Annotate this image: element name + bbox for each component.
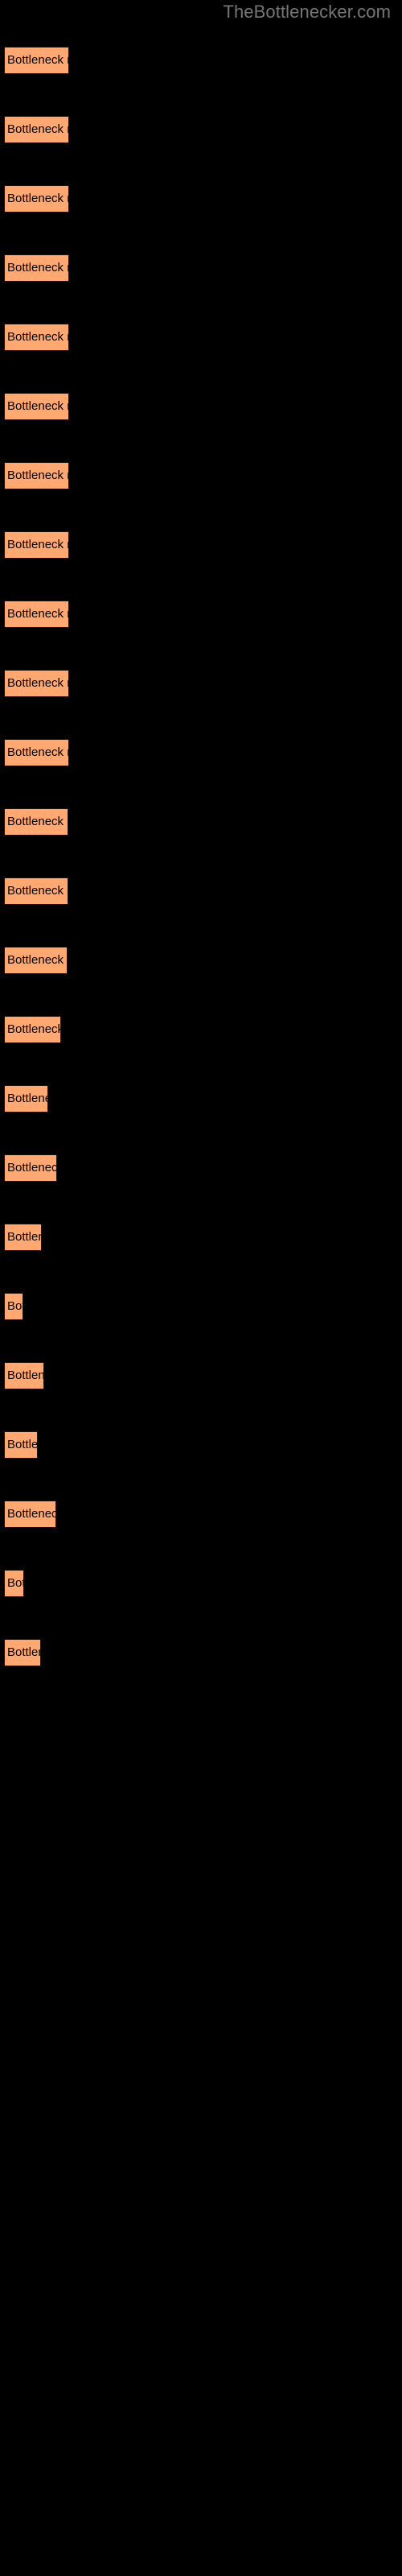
bar-clip: Bottleneck result — [4, 393, 69, 420]
bar-row[interactable]: Bottleneck result — [4, 1293, 23, 1320]
bar-series-layer: Bottleneck result Bottleneck result Bottle… — [0, 0, 402, 2576]
bar-fill[interactable] — [4, 1431, 38, 1459]
bar-fill[interactable] — [4, 947, 68, 974]
bar-fill[interactable] — [4, 1639, 41, 1666]
bar-clip: Bottleneck result — [4, 1501, 56, 1528]
bar-fill[interactable] — [4, 1293, 23, 1320]
bar-fill[interactable] — [4, 739, 69, 766]
bar-fill[interactable] — [4, 1016, 61, 1043]
bar-clip: Bottleneck result — [4, 1154, 57, 1182]
bar-fill[interactable] — [4, 1501, 56, 1528]
bar-row[interactable]: Bottleneck result — [4, 877, 68, 905]
bar-fill[interactable] — [4, 1224, 42, 1251]
bar-clip: Bottleneck result — [4, 116, 69, 143]
bar-fill[interactable] — [4, 47, 69, 74]
bar-row[interactable]: Bottleneck result — [4, 739, 69, 766]
bar-row[interactable]: Bottleneck result — [4, 47, 69, 74]
bar-row[interactable]: Bottleneck result — [4, 1154, 57, 1182]
bar-fill[interactable] — [4, 808, 68, 836]
bar-row[interactable]: Bottleneck result — [4, 462, 69, 489]
bar-row[interactable]: Bottleneck result — [4, 1431, 38, 1459]
bar-clip: Bottleneck result — [4, 47, 69, 74]
bar-fill[interactable] — [4, 116, 69, 143]
bar-row[interactable]: Bottleneck result — [4, 1085, 48, 1113]
bar-row[interactable]: Bottleneck result — [4, 185, 69, 213]
bar-row[interactable]: Bottleneck result — [4, 116, 69, 143]
bar-row[interactable]: Bottleneck result — [4, 1639, 41, 1666]
bar-row[interactable]: Bottleneck result — [4, 670, 69, 697]
bar-row[interactable]: Bottleneck result — [4, 947, 68, 974]
bar-fill[interactable] — [4, 254, 69, 282]
bar-fill[interactable] — [4, 1154, 57, 1182]
bar-row[interactable]: Bottleneck result — [4, 1501, 56, 1528]
bar-row[interactable]: Bottleneck result — [4, 1362, 44, 1389]
bar-fill[interactable] — [4, 185, 69, 213]
bar-fill[interactable] — [4, 531, 69, 559]
bar-clip: Bottleneck result — [4, 531, 69, 559]
bar-fill[interactable] — [4, 393, 69, 420]
bar-row[interactable]: Bottleneck result — [4, 808, 68, 836]
bar-clip: Bottleneck result — [4, 1224, 42, 1251]
bar-clip: Bottleneck result — [4, 254, 69, 282]
bar-fill[interactable] — [4, 1085, 48, 1113]
bar-clip: Bottleneck result — [4, 1362, 44, 1389]
bar-clip: Bottleneck result — [4, 670, 69, 697]
bar-clip: Bottleneck result — [4, 739, 69, 766]
bar-fill[interactable] — [4, 1362, 44, 1389]
bar-row[interactable]: Bottleneck result — [4, 324, 69, 351]
bar-fill[interactable] — [4, 1570, 24, 1597]
bar-fill[interactable] — [4, 877, 68, 905]
bottleneck-bar-chart: TheBottlenecker.com Bottleneck resultBot… — [0, 0, 402, 2576]
bar-clip: Bottleneck result — [4, 1639, 41, 1666]
bar-row[interactable]: Bottleneck result — [4, 393, 69, 420]
bar-fill[interactable] — [4, 324, 69, 351]
bar-clip: Bottleneck result — [4, 947, 68, 974]
bar-row[interactable]: Bottleneck result — [4, 1224, 42, 1251]
bar-clip: Bottleneck result — [4, 808, 68, 836]
bar-row[interactable]: Bottleneck result — [4, 1016, 61, 1043]
bar-clip: Bottleneck result — [4, 1085, 48, 1113]
bar-clip: Bottleneck result — [4, 601, 69, 628]
bar-fill[interactable] — [4, 670, 69, 697]
bar-clip: Bottleneck result — [4, 185, 69, 213]
bar-clip: Bottleneck result — [4, 1570, 24, 1597]
bar-clip: Bottleneck result — [4, 324, 69, 351]
bar-clip: Bottleneck result — [4, 1293, 23, 1320]
bar-row[interactable]: Bottleneck result — [4, 254, 69, 282]
bar-row[interactable]: Bottleneck result — [4, 1570, 24, 1597]
bar-clip: Bottleneck result — [4, 462, 69, 489]
bar-fill[interactable] — [4, 462, 69, 489]
bar-fill[interactable] — [4, 601, 69, 628]
bar-clip: Bottleneck result — [4, 1431, 38, 1459]
bar-clip: Bottleneck result — [4, 1016, 61, 1043]
bar-row[interactable]: Bottleneck result — [4, 531, 69, 559]
bar-row[interactable]: Bottleneck result — [4, 601, 69, 628]
bar-clip: Bottleneck result — [4, 877, 68, 905]
